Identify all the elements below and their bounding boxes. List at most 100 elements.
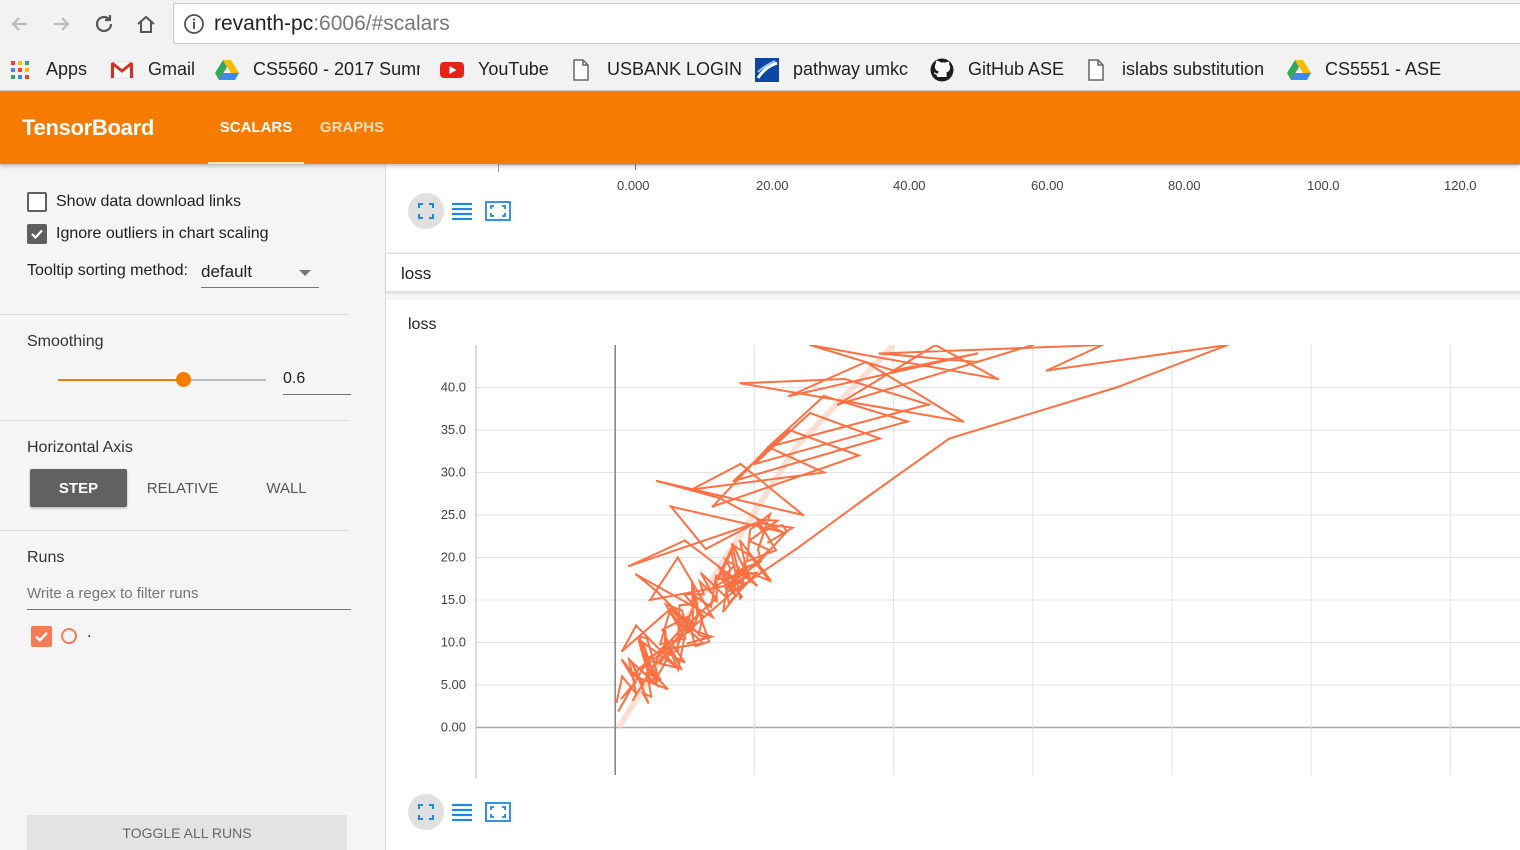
previous-chart-card: 0.000 20.00 40.00 60.00 80.00 100.0 120.… [386,164,1520,252]
checkbox[interactable] [27,192,47,212]
forward-button[interactable] [45,8,77,40]
category-header-loss[interactable]: loss [386,253,1520,292]
reload-button[interactable] [88,8,120,40]
run-checkbox[interactable] [31,626,52,647]
smoothing-title: Smoothing [27,333,104,350]
bookmark-label: CS5560 - 2017 Summ [253,59,420,79]
back-button[interactable] [4,8,36,40]
data-point [697,632,700,636]
data-point [690,488,693,491]
data-point [634,692,638,695]
info-icon[interactable] [183,13,205,35]
bookmark-label: Apps [46,59,88,79]
fit-domain-button[interactable] [480,193,516,229]
data-point [878,437,881,440]
bookmark-gmail[interactable]: Gmail [110,48,195,91]
tab-graphs[interactable]: GRAPHS [310,91,394,164]
checkmark-icon [35,631,48,642]
bookmark-apps[interactable]: Apps [8,48,87,91]
y-tick-label: 20.0 [441,550,466,565]
ignore-outliers-toggle[interactable]: Ignore outliers in chart scaling [27,224,269,244]
data-point [732,479,735,483]
data-point [739,382,742,385]
data-point [711,505,714,508]
tooltip-sorting-label: Tooltip sorting method: [27,262,188,279]
x-tick-label: 20.00 [756,178,789,193]
data-point [864,496,867,500]
data-point [1226,345,1229,347]
loss-chart[interactable]: 0.00 5.00 10.0 15.0 20.0 25.0 30.0 35.0 40.0 0.00… [386,310,1520,788]
data-point [962,420,965,423]
previous-chart-toolbar [408,193,516,229]
address-bar[interactable]: revanth-pc:6006/#scalars [173,3,1520,44]
bookmark-github[interactable]: GitHub ASE [930,48,1064,91]
axis-wall-button[interactable]: WALL [238,469,335,507]
back-arrow-icon [11,17,27,31]
run-color-circle-icon[interactable] [61,628,77,644]
axis-relative-button[interactable]: RELATIVE [132,469,233,507]
bookmark-label: YouTube [478,59,549,79]
log-scale-button[interactable] [444,794,480,830]
apps-grid-icon [8,58,32,82]
run-name: . [87,624,92,641]
bookmark-usbank[interactable]: USBANK LOGIN [569,48,742,91]
smoothing-slider-knob[interactable] [175,372,191,387]
google-drive-icon [215,58,239,82]
data-point [767,445,770,449]
data-point [739,462,742,466]
home-button[interactable] [130,8,162,40]
y-tick-label: 0.00 [441,720,466,735]
x-tick-label: 120.0 [1444,178,1477,193]
data-point [975,352,979,355]
smoothing-slider-fill [58,379,183,381]
toggle-all-runs-button[interactable]: TOGGLE ALL RUNS [27,815,347,850]
bookmark-cs5551[interactable]: CS5551 - ASE [1287,48,1441,91]
tooltip-sorting-dropdown[interactable]: default [201,256,319,288]
expand-chart-button[interactable] [408,794,444,830]
bookmark-pathway[interactable]: pathway umkc [755,48,908,91]
axis-step-button[interactable]: STEP [30,469,127,507]
data-point [655,683,659,687]
x-tick-label: 60.00 [1031,178,1064,193]
runs-filter-input[interactable]: Write a regex to filter runs [27,579,351,610]
url-text: revanth-pc:6006/#scalars [214,12,450,35]
data-point [934,345,937,347]
youtube-icon [440,58,464,82]
data-point [655,479,659,483]
bookmarks-bar: Apps Gmail CS5560 - 2017 Summ YouTube US… [0,48,1520,91]
checkbox-checked[interactable] [27,224,47,244]
fit-domain-button[interactable] [480,794,516,830]
pathway-icon [755,57,779,82]
data-point [1115,386,1118,389]
x-tick-label: 80.00 [1156,786,1189,788]
data-point [788,394,791,398]
x-tick-label: 40.00 [877,786,910,788]
fit-domain-icon [485,802,511,822]
bookmark-youtube[interactable]: YouTube [440,48,549,91]
lines-icon [452,803,472,821]
data-point [617,709,620,712]
data-point [843,377,847,381]
data-point [927,403,930,406]
log-scale-button[interactable] [444,193,480,229]
data-point [641,666,645,670]
loss-chart-card: loss 0.00 5.00 10.0 15.0 20.0 25.0 30.0 35.0 40.… [386,300,1520,850]
data-point [1031,345,1034,347]
data-point [878,352,881,355]
x-tick-label: 0.000 [617,178,650,193]
data-point [906,420,909,423]
data-point [996,377,1000,381]
x-tick-label: 100.0 [1307,178,1340,193]
show-download-links-toggle[interactable]: Show data download links [27,192,241,212]
data-point [795,547,798,551]
bookmark-islabs[interactable]: islabs substitution [1084,48,1264,91]
home-icon [137,15,155,33]
bookmark-cs5560[interactable]: CS5560 - 2017 Summ [215,48,420,91]
expand-chart-button[interactable] [408,193,444,229]
sidebar: Show data download links Ignore outliers… [0,164,386,850]
data-point [788,428,791,432]
tab-scalars[interactable]: SCALARS [208,91,304,164]
smoothing-value-input[interactable]: 0.6 [283,359,351,395]
data-point [808,345,812,347]
dropdown-value: default [201,262,253,281]
